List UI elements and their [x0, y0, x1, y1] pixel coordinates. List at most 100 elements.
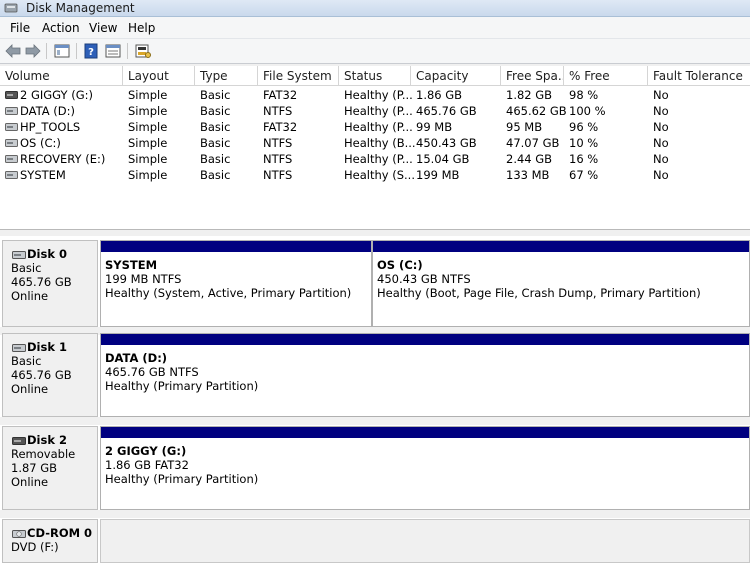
- table-row[interactable]: HP_TOOLS Simple Basic FAT32 Healthy (P..…: [0, 119, 750, 135]
- cell-type: Basic: [200, 136, 231, 150]
- partition-title: DATA (D:): [105, 351, 168, 365]
- table-row[interactable]: 2 GIGGY (G:) Simple Basic FAT32 Healthy …: [0, 87, 750, 103]
- disk-icon: [12, 251, 26, 259]
- cell-file-system: FAT32: [263, 120, 298, 134]
- menu-action[interactable]: Action: [42, 21, 80, 35]
- cell-status: Healthy (P...: [344, 120, 413, 134]
- window-title: Disk Management: [26, 1, 135, 15]
- disk-0-kind: Basic: [11, 261, 42, 275]
- disk-2-name: Disk 2: [27, 433, 67, 447]
- partition-title: OS (C:): [377, 258, 423, 272]
- disk-0-info[interactable]: Disk 0 Basic 465.76 GB Online: [2, 240, 98, 327]
- partition-filesystem: 465.76 GB NTFS: [105, 365, 199, 380]
- partition-bar: [373, 241, 749, 252]
- cell-free-space: 133 MB: [506, 168, 550, 182]
- drive-icon: [5, 139, 18, 147]
- table-row[interactable]: DATA (D:) Simple Basic NTFS Healthy (P..…: [0, 103, 750, 119]
- table-row[interactable]: RECOVERY (E:) Simple Basic NTFS Healthy …: [0, 151, 750, 167]
- menu-file[interactable]: File: [10, 21, 30, 35]
- cell-type: Basic: [200, 88, 231, 102]
- disk-0-name: Disk 0: [27, 247, 67, 261]
- cell-layout: Simple: [128, 88, 168, 102]
- disk-management-icon: [4, 3, 18, 13]
- column-header-volume[interactable]: Volume: [0, 66, 123, 86]
- partition-bar: [101, 334, 749, 345]
- svg-text:?: ?: [88, 47, 94, 58]
- cell-layout: Simple: [128, 120, 168, 134]
- cell-file-system: NTFS: [263, 104, 293, 118]
- cell-free-space: 2.44 GB: [506, 152, 553, 166]
- column-header-capacity[interactable]: Capacity: [411, 66, 501, 86]
- volume-list: Volume Layout Type File System Status Ca…: [0, 66, 750, 230]
- toolbar-separator: [46, 43, 47, 59]
- disk-1-kind: Basic: [11, 354, 42, 368]
- cell-file-system: NTFS: [263, 168, 293, 182]
- cell-fault-tolerance: No: [653, 88, 669, 102]
- cell-layout: Simple: [128, 168, 168, 182]
- drive-icon: [5, 171, 18, 179]
- disk-2-state: Online: [11, 475, 49, 490]
- table-row[interactable]: OS (C:) Simple Basic NTFS Healthy (B... …: [0, 135, 750, 151]
- cell-file-system: FAT32: [263, 88, 298, 102]
- cd-rom-icon: [12, 530, 26, 538]
- cell-layout: Simple: [128, 104, 168, 118]
- cell-percent-free: 10 %: [569, 136, 599, 150]
- toolbar-separator: [127, 43, 128, 59]
- forward-arrow-icon[interactable]: [24, 42, 42, 60]
- disk-icon: [12, 344, 26, 352]
- column-header-status[interactable]: Status: [339, 66, 411, 86]
- disk-2-info[interactable]: Disk 2 Removable 1.87 GB Online: [2, 426, 98, 510]
- disk-2-size: 1.87 GB: [11, 461, 58, 476]
- disk-settings-icon[interactable]: [134, 42, 152, 60]
- column-header-free-space[interactable]: Free Spa...: [501, 66, 564, 86]
- cell-capacity: 1.86 GB: [416, 88, 463, 102]
- cell-status: Healthy (P...: [344, 88, 413, 102]
- cell-capacity: 99 MB: [416, 120, 453, 134]
- cell-volume: HP_TOOLS: [20, 120, 81, 134]
- disk-0-state: Online: [11, 289, 49, 304]
- menu-bar: File Action View Help: [0, 17, 750, 39]
- cell-capacity: 465.76 GB: [416, 104, 477, 118]
- disk-separator: [0, 510, 750, 518]
- cell-fault-tolerance: No: [653, 136, 669, 150]
- cell-percent-free: 96 %: [569, 120, 599, 134]
- disk-separator: [0, 417, 750, 425]
- cell-type: Basic: [200, 104, 231, 118]
- show-hide-console-tree-icon[interactable]: [53, 42, 71, 60]
- cd-rom-0-info[interactable]: CD-ROM 0 DVD (F:): [2, 519, 98, 563]
- table-row[interactable]: SYSTEM Simple Basic NTFS Healthy (S... 1…: [0, 167, 750, 183]
- partition-bar: [101, 427, 749, 438]
- cell-capacity: 199 MB: [416, 168, 460, 182]
- partition-2-giggy-g[interactable]: 2 GIGGY (G:) 1.86 GB FAT32 Healthy (Prim…: [100, 426, 750, 510]
- cell-free-space: 465.62 GB: [506, 104, 567, 118]
- properties-icon[interactable]: [104, 42, 122, 60]
- column-header-fault-tolerance[interactable]: Fault Tolerance: [648, 66, 750, 86]
- cell-type: Basic: [200, 120, 231, 134]
- cell-percent-free: 16 %: [569, 152, 599, 166]
- partition-os-c[interactable]: OS (C:) 450.43 GB NTFS Healthy (Boot, Pa…: [372, 240, 750, 327]
- column-header-layout[interactable]: Layout: [123, 66, 195, 86]
- cell-layout: Simple: [128, 152, 168, 166]
- column-header-percent-free[interactable]: % Free: [564, 66, 648, 86]
- cd-rom-0-area[interactable]: [100, 519, 750, 563]
- cell-type: Basic: [200, 152, 231, 166]
- disk-1-name: Disk 1: [27, 340, 67, 354]
- partition-data-d[interactable]: DATA (D:) 465.76 GB NTFS Healthy (Primar…: [100, 333, 750, 417]
- disk-2-kind: Removable: [11, 447, 76, 461]
- cell-free-space: 95 MB: [506, 120, 543, 134]
- column-header-file-system[interactable]: File System: [258, 66, 339, 86]
- partition-system[interactable]: SYSTEM 199 MB NTFS Healthy (System, Acti…: [100, 240, 372, 327]
- cell-capacity: 450.43 GB: [416, 136, 477, 150]
- cell-file-system: NTFS: [263, 152, 293, 166]
- menu-view[interactable]: View: [89, 21, 117, 35]
- help-icon[interactable]: ?: [82, 42, 100, 60]
- disk-1-info[interactable]: Disk 1 Basic 465.76 GB Online: [2, 333, 98, 417]
- back-arrow-icon[interactable]: [4, 42, 22, 60]
- drive-icon: [5, 155, 18, 163]
- cell-capacity: 15.04 GB: [416, 152, 470, 166]
- disk-2-row: Disk 2 Removable 1.87 GB Online 2 GIGGY …: [0, 426, 750, 510]
- menu-help[interactable]: Help: [128, 21, 155, 35]
- column-header-type[interactable]: Type: [195, 66, 258, 86]
- disk-1-state: Online: [11, 382, 49, 397]
- partition-status: Healthy (Primary Partition): [105, 379, 259, 394]
